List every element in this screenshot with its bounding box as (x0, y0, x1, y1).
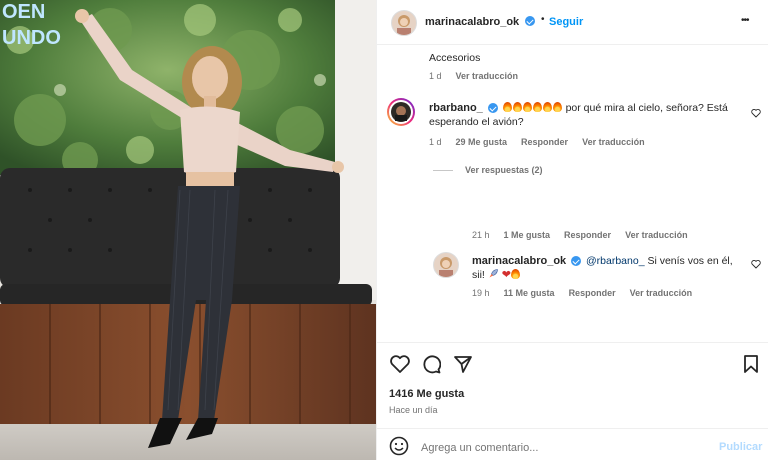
post-header: marinacalabro_ok • Seguir ••• (377, 0, 768, 45)
post-image: OEN UNDO (0, 0, 376, 460)
avatar-image (439, 257, 453, 277)
reply-body: marinacalabro_ok @rbarbano_ Si venís vos… (472, 254, 752, 282)
neon-sign: OEN (2, 1, 45, 23)
reply2-time[interactable]: 19 h (472, 288, 490, 298)
comment-likes[interactable]: 29 Me gusta (456, 137, 508, 147)
fire-icon (512, 102, 522, 112)
post-date[interactable]: Hace un día (389, 405, 438, 415)
reply2-likes[interactable]: 11 Me gusta (504, 288, 555, 298)
rocket-icon (488, 268, 499, 279)
verified-icon (487, 103, 498, 114)
fire-icon (502, 102, 512, 112)
reply-text-line2: sii! (472, 269, 485, 281)
author-avatar[interactable] (391, 10, 417, 36)
author-username[interactable]: marinacalabro_ok (425, 16, 519, 28)
fire-icon (552, 102, 562, 112)
comment-meta: 1 d 29 Me gusta Responder Ver traducción (429, 137, 659, 147)
avatar-image (391, 102, 411, 122)
post-sidebar: marinacalabro_ok • Seguir ••• Accesorios… (376, 0, 768, 460)
share-icon[interactable] (453, 354, 473, 374)
avatar-image (397, 15, 411, 35)
comment-body: rbarbano_ por qué mira al cielo, señora?… (429, 101, 749, 129)
comment-text-line2: esperando el avión? (429, 116, 524, 128)
view-replies-button[interactable]: Ver respuestas (2) (465, 165, 543, 175)
follow-button[interactable]: Seguir (549, 16, 583, 28)
comment-like-icon[interactable] (751, 108, 761, 118)
reply2-reply-link[interactable]: Responder (569, 288, 616, 298)
caption-translate-link[interactable]: Ver traducción (456, 71, 519, 81)
reply1-reply-link[interactable]: Responder (564, 230, 611, 240)
publish-button[interactable]: Publicar (719, 441, 762, 453)
more-icon[interactable]: ••• (741, 15, 749, 26)
actions-divider (377, 342, 768, 343)
fire-icon (542, 102, 552, 112)
reply-like-icon[interactable] (751, 259, 761, 269)
caption-text: Accesorios (429, 52, 481, 64)
commenter-avatar[interactable] (387, 98, 415, 126)
reply2-meta: 19 h 11 Me gusta Responder Ver traducción (472, 288, 706, 298)
view-replies-line (433, 170, 453, 171)
likes-count[interactable]: 1416 Me gusta (389, 388, 464, 400)
reply-text-line1: Si venís vos en él, (647, 255, 733, 267)
translate-link[interactable]: Ver traducción (582, 137, 645, 147)
reply-mention[interactable]: @rbarbano_ (586, 255, 645, 267)
reply-username[interactable]: marinacalabro_ok (472, 255, 566, 267)
fire-icon (532, 102, 542, 112)
reply-link[interactable]: Responder (521, 137, 568, 147)
reply1-time[interactable]: 21 h (472, 230, 490, 240)
verified-icon (571, 256, 582, 267)
comment-username[interactable]: rbarbano_ (429, 102, 483, 114)
caption-meta: 1 d Ver traducción (429, 71, 532, 81)
verified-icon (525, 16, 535, 26)
heart-icon[interactable] (389, 354, 411, 374)
emoji-icon[interactable] (389, 436, 409, 456)
fire-icon (522, 102, 532, 112)
reply2-translate-link[interactable]: Ver traducción (630, 288, 693, 298)
reply1-likes[interactable]: 1 Me gusta (504, 230, 551, 240)
fire-emojis (502, 102, 563, 114)
comment-icon[interactable] (421, 354, 441, 374)
reply1-meta: 21 h 1 Me gusta Responder Ver traducción (472, 230, 702, 240)
post-photo[interactable]: OEN UNDO (0, 0, 376, 460)
bookmark-icon[interactable] (743, 354, 759, 374)
reply1-translate-link[interactable]: Ver traducción (625, 230, 688, 240)
fire-icon (510, 269, 520, 279)
dot-separator: • (541, 14, 545, 25)
heart-emoji-icon: ❤ (501, 269, 511, 281)
composer-divider (377, 428, 768, 429)
caption-time[interactable]: 1 d (429, 71, 442, 81)
comment-input[interactable] (419, 439, 703, 457)
svg-text:UNDO: UNDO (2, 27, 61, 49)
comment-text-line1: por qué mira al cielo, señora? Está (565, 102, 728, 114)
reply-avatar[interactable] (433, 252, 459, 278)
comment-time[interactable]: 1 d (429, 137, 442, 147)
